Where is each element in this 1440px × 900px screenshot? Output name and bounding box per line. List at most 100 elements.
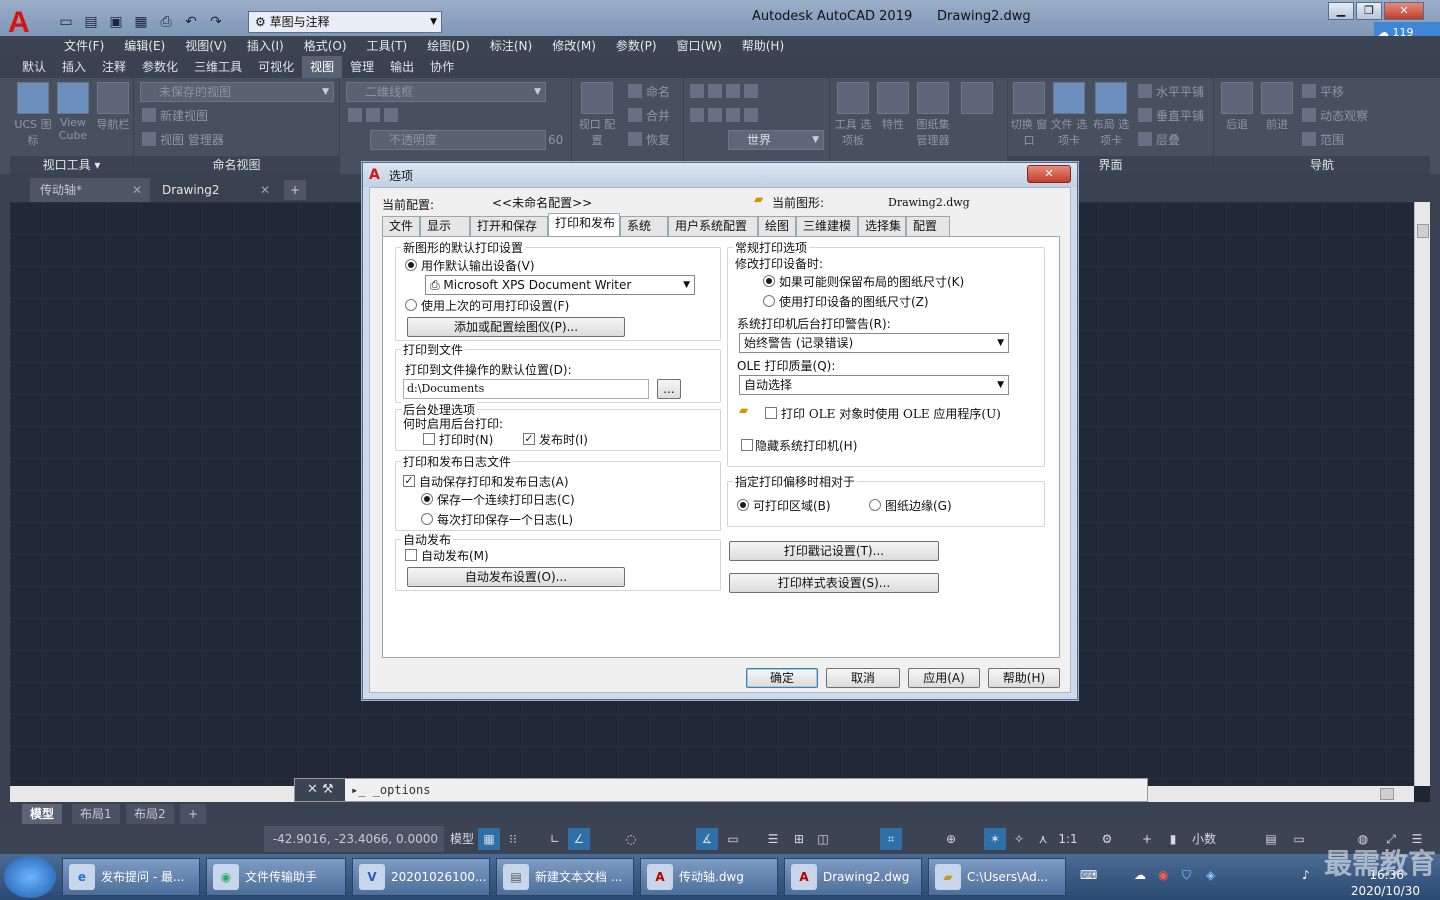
ucs-dropdown[interactable]: 世界 ▼ — [728, 130, 824, 150]
close-button[interactable]: ✕ — [1384, 2, 1424, 20]
shading-icons[interactable] — [348, 106, 402, 126]
volume-icon[interactable]: ♪ — [1302, 868, 1310, 882]
tile-vertical-button[interactable]: 垂直平铺 — [1138, 106, 1204, 126]
snap-icon[interactable]: ⁝⁝ — [502, 828, 524, 850]
restore-viewport-button[interactable]: 恢复 — [628, 130, 670, 150]
doc-tab-0[interactable]: 传动轴* ✕ — [30, 178, 150, 202]
plus-icon[interactable]: + — [1136, 828, 1158, 850]
redo-icon[interactable]: ↷ — [206, 13, 226, 31]
switch-window-button[interactable]: 切换 窗口 — [1010, 82, 1048, 147]
dynamic-ucs-icon[interactable]: ⌗ — [880, 828, 902, 850]
ole-quality-dropdown[interactable]: 自动选择 ▼ — [739, 375, 1009, 395]
menu-item-10[interactable]: 窗口(W) — [677, 36, 732, 56]
hide-printers-checkbox[interactable] — [741, 439, 753, 451]
forward-button[interactable]: 前进 — [1258, 82, 1296, 144]
nav-bar-button[interactable]: 导航栏 — [94, 82, 132, 144]
object-track-icon[interactable]: ∡ — [696, 828, 718, 850]
task-wechat[interactable]: ◉ 文件传输助手 — [206, 858, 346, 896]
ribbon-tab-0[interactable]: 默认 — [14, 56, 54, 78]
menu-item-11[interactable]: 帮助(H) — [742, 36, 794, 56]
ribbon-tab-4[interactable]: 三维工具 — [186, 56, 250, 78]
annotation-visibility-icon[interactable]: ✶ — [984, 828, 1006, 850]
menu-item-0[interactable]: 文件(F) — [64, 36, 114, 56]
command-prompt[interactable]: ▸_ _options — [351, 779, 430, 801]
ole-app-checkbox[interactable] — [765, 407, 777, 419]
plot-style-button[interactable]: 打印样式表设置(S)... — [729, 573, 939, 593]
publishing-checkbox[interactable]: ✓ — [523, 433, 535, 445]
view-cube-button[interactable]: View Cube — [54, 82, 92, 144]
tool-palettes-button[interactable]: 工具 选项板 — [834, 82, 872, 147]
vertical-scrollbar[interactable] — [1414, 202, 1430, 786]
plotting-checkbox[interactable] — [423, 433, 435, 445]
layout-tab-2[interactable]: 布局2 — [126, 804, 174, 824]
monitor-icon[interactable]: ▭ — [1288, 828, 1310, 850]
viewport-tools-label[interactable]: 视口工具 ▾ — [10, 156, 133, 174]
add-layout-button[interactable]: + — [180, 804, 207, 824]
ortho-icon[interactable]: ∟ — [544, 828, 566, 850]
layout-tab-1[interactable]: 布局1 — [72, 804, 120, 824]
use-device-size-radio[interactable] — [763, 295, 775, 307]
menu-item-2[interactable]: 视图(V) — [185, 36, 237, 56]
menu-item-4[interactable]: 格式(O) — [304, 36, 357, 56]
dialog-title-bar[interactable]: A 选项 ✕ — [363, 163, 1077, 187]
scroll-thumb[interactable] — [1417, 224, 1429, 238]
shield-icon[interactable]: ⛉ — [1182, 868, 1191, 883]
tab-user-preferences[interactable]: 用户系统配置 — [668, 216, 758, 236]
ribbon-tab-5[interactable]: 可视化 — [250, 56, 302, 78]
merge-button[interactable]: 合并 — [628, 106, 670, 126]
grid-icon[interactable]: ▦ — [478, 828, 500, 850]
auto-save-log-checkbox[interactable]: ✓ — [403, 475, 415, 487]
cloud-icon[interactable]: ☁ — [1134, 868, 1146, 882]
plot-file-location-input[interactable]: d:\Documents — [403, 379, 649, 399]
tab-files[interactable]: 文件 — [382, 216, 420, 236]
tab-display[interactable]: 显示 — [420, 216, 470, 236]
tile-horizontal-button[interactable]: 水平平铺 — [1138, 82, 1204, 102]
menu-item-9[interactable]: 参数(P) — [616, 36, 667, 56]
close-icon[interactable]: ✕ — [307, 782, 318, 797]
cascade-button[interactable]: 层叠 — [1138, 130, 1180, 150]
keyboard-icon[interactable]: ⌨ — [1080, 868, 1097, 882]
ribbon-tab-9[interactable]: 协作 — [422, 56, 462, 78]
auto-scale-icon[interactable]: ✧ — [1008, 828, 1030, 850]
ribbon-tab-6[interactable]: 视图 — [302, 56, 343, 78]
per-plot-log-radio[interactable] — [421, 513, 433, 525]
use-default-device-radio[interactable] — [405, 259, 417, 271]
tab-selection[interactable]: 选择集 — [858, 216, 906, 236]
task-autocad-1[interactable]: A 传动轴.dwg — [640, 858, 778, 896]
command-line-handle[interactable]: ✕ ⚒ — [295, 779, 345, 801]
use-last-settings-radio[interactable] — [405, 299, 417, 311]
layout-tab-model[interactable]: 模型 — [22, 804, 63, 824]
model-space-button[interactable]: 模型 — [448, 828, 476, 850]
start-button[interactable] — [4, 856, 56, 898]
properties-button[interactable]: 特性 — [874, 82, 912, 144]
selection-cycle-icon[interactable]: ⊞ — [788, 828, 810, 850]
gizmo-icon[interactable]: ⊕ — [940, 828, 962, 850]
help-button[interactable]: 帮助(H) — [988, 668, 1060, 688]
viewport-config-button[interactable]: 视口 配置 — [578, 82, 616, 147]
3d-osnap-icon[interactable]: ◫ — [812, 828, 834, 850]
tab-plot-publish[interactable]: 打印和发布 — [548, 213, 620, 236]
view-dropdown[interactable]: 未保存的视图 ▼ — [140, 82, 334, 102]
ucs-tools-row1[interactable] — [690, 82, 762, 102]
extents-button[interactable]: 范围 — [1302, 130, 1344, 150]
ribbon-tab-7[interactable]: 管理 — [342, 56, 382, 78]
auto-publish-checkbox[interactable] — [405, 549, 417, 561]
gear-icon[interactable]: ⚙ — [1096, 828, 1118, 850]
menu-item-6[interactable]: 绘图(D) — [427, 36, 480, 56]
keep-layout-size-radio[interactable] — [763, 275, 775, 287]
annotation-scale-icon[interactable]: ⋏ — [1032, 828, 1054, 850]
sheet-set-button[interactable]: 图纸集 管理器 — [914, 82, 952, 147]
doc-tab-1[interactable]: Drawing2 ✕ — [152, 178, 278, 202]
task-ie[interactable]: e 发布提问 - 最... — [62, 858, 200, 896]
orbit-button[interactable]: 动态观察 — [1302, 106, 1368, 126]
scroll-thumb[interactable] — [1380, 788, 1394, 800]
ucs-tools-row2[interactable] — [690, 106, 762, 126]
paper-edge-radio[interactable] — [869, 499, 881, 511]
task-notepad[interactable]: ▤ 新建文本文档 ... — [496, 858, 634, 896]
command-line[interactable]: ✕ ⚒ ▸_ _options — [294, 778, 1148, 802]
close-icon[interactable]: ✕ — [132, 178, 142, 202]
tab-open-save[interactable]: 打开和保存 — [470, 216, 548, 236]
weibo-icon[interactable]: ◉ — [1158, 868, 1168, 882]
task-video[interactable]: V 20201026100... — [352, 858, 490, 896]
ucs-icon-button[interactable]: UCS 图标 — [14, 82, 52, 147]
